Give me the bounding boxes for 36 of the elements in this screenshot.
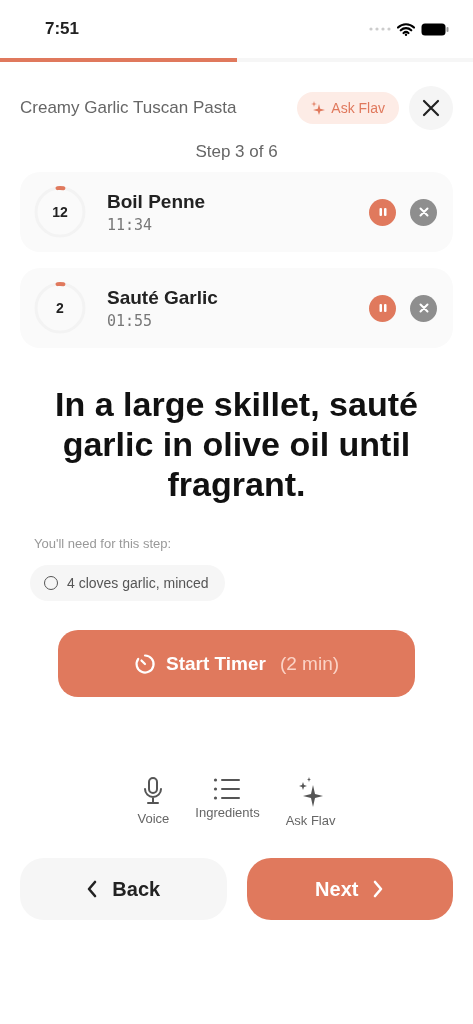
- pause-icon: [377, 207, 388, 217]
- pause-icon: [377, 303, 388, 313]
- step-instruction: In a large skillet, sauté garlic in olive oil until fragrant.: [54, 384, 419, 504]
- close-icon: [418, 207, 429, 217]
- cancel-button[interactable]: [410, 294, 437, 322]
- timer-remaining: 01:55: [107, 311, 154, 330]
- needs-label: You'll need for this step:: [34, 536, 173, 551]
- ingredients-button[interactable]: Ingredients: [195, 777, 260, 828]
- timer-name: Sauté Garlic: [107, 286, 219, 309]
- pause-button[interactable]: [369, 198, 396, 226]
- pause-button[interactable]: [369, 294, 396, 322]
- back-button[interactable]: Back: [20, 858, 227, 920]
- chevron-right-icon: [372, 880, 385, 898]
- close-button[interactable]: [409, 86, 453, 130]
- close-icon: [418, 303, 429, 313]
- ingredient-chip[interactable]: 4 cloves garlic, minced: [30, 565, 225, 601]
- status-time: 7:51: [45, 19, 80, 39]
- ingredient-text: 4 cloves garlic, minced: [67, 575, 209, 591]
- cancel-button[interactable]: [410, 198, 437, 226]
- step-label: Step 3 of 6: [194, 142, 279, 162]
- list-icon: [213, 777, 242, 801]
- timer-name: Boil Penne: [107, 190, 207, 213]
- timer-remaining: 11:34: [107, 215, 154, 234]
- timer-minutes: 2: [56, 300, 64, 316]
- battery-icon: [421, 22, 449, 36]
- chevron-left-icon: [86, 880, 99, 898]
- timer-icon: [133, 652, 156, 675]
- microphone-icon: [142, 777, 165, 805]
- signal-icon: [369, 27, 391, 31]
- wifi-icon: [397, 22, 415, 36]
- voice-button[interactable]: Voice: [137, 777, 170, 828]
- ask-flav-tool-button[interactable]: Ask Flav: [285, 777, 336, 828]
- close-icon: [422, 99, 440, 117]
- sparkle-icon: [311, 101, 326, 115]
- recipe-title: Creamy Garlic Tuscan Pasta: [20, 98, 238, 118]
- timer-minutes: 12: [52, 204, 68, 220]
